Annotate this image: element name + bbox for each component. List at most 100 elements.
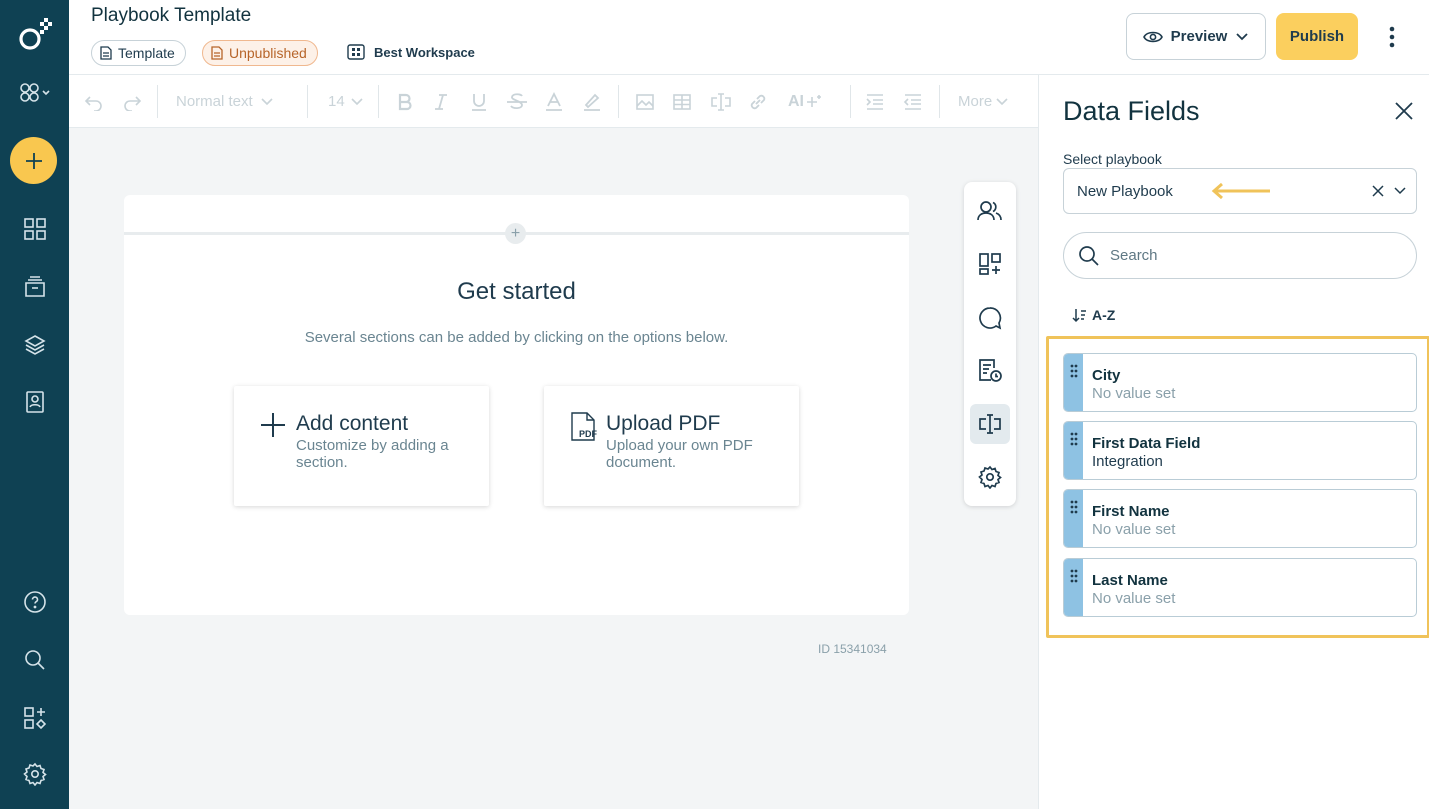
add-content-title: Add content — [296, 412, 409, 435]
annotation-arrow-icon — [1211, 182, 1270, 200]
page-title[interactable]: Playbook Template — [91, 5, 251, 27]
italic-icon[interactable] — [433, 75, 449, 128]
dashboard-grid-icon[interactable] — [0, 214, 69, 244]
field-name: First Data Field — [1092, 435, 1201, 452]
redo-icon[interactable] — [121, 75, 143, 128]
chevron-down-icon[interactable] — [1393, 184, 1407, 198]
search-input[interactable] — [1110, 247, 1390, 264]
template-chip: Template — [91, 40, 186, 66]
document-icon — [100, 46, 112, 60]
highlight-icon[interactable] — [582, 75, 602, 128]
bold-icon[interactable] — [397, 75, 413, 128]
toolbar-divider — [378, 85, 379, 118]
field-name: City — [1092, 367, 1121, 384]
layers-icon[interactable] — [0, 330, 69, 360]
indent-icon[interactable] — [865, 75, 885, 128]
data-fields-icon[interactable] — [970, 404, 1010, 444]
eye-icon — [1142, 31, 1163, 42]
field-search[interactable] — [1063, 232, 1417, 279]
svg-text:PDF: PDF — [579, 429, 598, 439]
document-page: + Get started Several sections can be ad… — [124, 195, 909, 615]
plus-icon — [260, 412, 286, 443]
comments-icon[interactable] — [970, 298, 1010, 338]
image-icon[interactable] — [635, 75, 655, 128]
outdent-icon[interactable] — [903, 75, 923, 128]
add-section-icon[interactable]: + — [505, 223, 526, 244]
add-widget-icon[interactable] — [970, 244, 1010, 284]
folder-icon[interactable] — [0, 272, 69, 302]
top-header: Playbook Template Template Unpublished B… — [69, 0, 1429, 75]
drag-handle-icon[interactable] — [1064, 354, 1083, 411]
side-tools-bar — [964, 182, 1016, 506]
status-badge: Unpublished — [202, 40, 318, 66]
clear-selection-icon[interactable] — [1370, 183, 1386, 199]
strikethrough-icon[interactable] — [506, 75, 528, 128]
workspace-name: Best Workspace — [374, 44, 475, 60]
select-playbook-label: Select playbook — [1063, 151, 1162, 167]
more-label: More — [958, 93, 993, 110]
editor-canvas: + Get started Several sections can be ad… — [69, 128, 1038, 809]
chevron-down-icon — [351, 97, 363, 105]
workspace-switcher-icon[interactable] — [0, 78, 69, 108]
integrations-icon[interactable] — [0, 703, 69, 733]
data-field-item[interactable]: Last Name No value set — [1063, 558, 1417, 617]
search-icon[interactable] — [0, 645, 69, 675]
undo-icon[interactable] — [83, 75, 105, 128]
upload-pdf-title: Upload PDF — [606, 412, 721, 435]
ai-label: AI — [788, 92, 804, 110]
ai-assist-button[interactable]: AI — [788, 75, 822, 128]
font-size-select[interactable]: 14 — [328, 75, 363, 128]
sort-toggle[interactable]: A-Z — [1071, 307, 1115, 323]
data-field-item[interactable]: First Name No value set — [1063, 489, 1417, 548]
table-icon[interactable] — [672, 75, 692, 128]
panel-title: Data Fields — [1063, 96, 1200, 126]
toolbar-divider — [850, 85, 851, 118]
data-field-item[interactable]: City No value set — [1063, 353, 1417, 412]
data-fields-panel: Data Fields Select playbook New Playbook… — [1038, 75, 1429, 809]
settings-gear-icon[interactable] — [970, 457, 1010, 497]
upload-pdf-card[interactable]: PDF Upload PDF Upload your own PDF docum… — [544, 386, 799, 506]
version-history-icon[interactable] — [970, 351, 1010, 391]
chevron-down-icon — [996, 97, 1008, 105]
pdf-file-icon: PDF — [570, 412, 598, 447]
drag-handle-icon[interactable] — [1064, 422, 1083, 479]
preview-button[interactable]: Preview — [1126, 13, 1266, 60]
close-icon[interactable] — [1393, 100, 1415, 122]
text-style-value: Normal text — [176, 93, 253, 110]
get-started-heading: Get started — [457, 278, 576, 305]
link-icon[interactable] — [748, 75, 768, 128]
app-logo-icon[interactable] — [0, 14, 69, 56]
search-icon — [1079, 245, 1099, 266]
font-size-value: 14 — [328, 93, 345, 110]
text-color-icon[interactable] — [544, 75, 564, 128]
more-options-icon[interactable] — [1379, 22, 1405, 52]
help-icon[interactable] — [0, 587, 69, 617]
field-value: No value set — [1092, 521, 1176, 538]
more-formatting-button[interactable]: More — [958, 75, 1008, 128]
data-field-item[interactable]: First Data Field Integration — [1063, 421, 1417, 480]
field-value: No value set — [1092, 385, 1176, 402]
toolbar-divider — [939, 85, 940, 118]
text-style-select[interactable]: Normal text — [176, 75, 273, 128]
sort-label: A-Z — [1092, 307, 1116, 323]
playbook-select[interactable]: New Playbook — [1063, 168, 1417, 214]
add-content-card[interactable]: Add content Customize by adding a sectio… — [234, 386, 489, 506]
workspace-building-icon — [347, 44, 365, 60]
preview-label: Preview — [1170, 28, 1228, 45]
workspace-link[interactable]: Best Workspace — [347, 44, 475, 60]
publish-button[interactable]: Publish — [1276, 13, 1358, 60]
drag-handle-icon[interactable] — [1064, 490, 1083, 547]
settings-gear-icon[interactable] — [0, 759, 69, 789]
field-name: Last Name — [1092, 572, 1168, 589]
create-new-button[interactable] — [10, 137, 57, 184]
data-field-insert-icon[interactable] — [710, 75, 732, 128]
drag-handle-icon[interactable] — [1064, 559, 1083, 616]
sort-icon — [1072, 309, 1086, 323]
add-content-description: Customize by adding a section. — [296, 437, 449, 471]
collaborators-icon[interactable] — [970, 191, 1010, 231]
document-icon — [211, 46, 223, 60]
underline-icon[interactable] — [470, 75, 488, 128]
toolbar-divider — [157, 85, 158, 118]
contacts-book-icon[interactable] — [0, 387, 69, 417]
template-chip-label: Template — [118, 45, 175, 61]
